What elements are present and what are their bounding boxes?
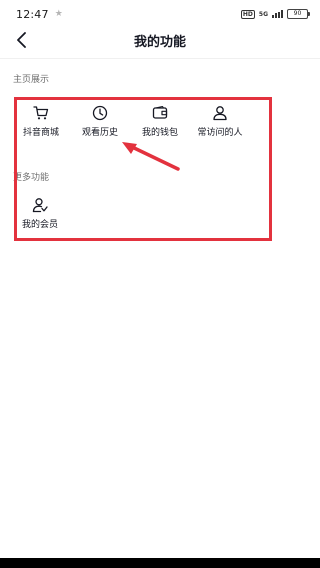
function-label: 抖音商城 (22, 128, 59, 138)
function-label: 观看历史 (81, 128, 118, 138)
section-title-more-functions: 更多功能 (13, 173, 50, 183)
more-functions-row: 我的会员 (0, 196, 320, 236)
wallet-icon (150, 104, 170, 122)
function-label: 我的钱包 (141, 128, 178, 138)
cart-icon (31, 104, 51, 122)
clock-icon (90, 104, 110, 122)
page-title: 我的功能 (133, 34, 186, 50)
function-label: 常访问的人 (197, 128, 243, 138)
chevron-left-icon (17, 32, 26, 48)
hd-badge: HD (240, 9, 255, 19)
homepage-functions-row: 抖音商城 观看历史 我的钱包 常访问的人 (0, 104, 320, 144)
signal-icon (272, 10, 283, 18)
nav-divider (0, 58, 320, 59)
status-right: HD 5G 90 (240, 9, 310, 19)
notification-icon: ★ (54, 8, 63, 19)
status-left: 12:47 ★ (16, 8, 63, 21)
status-time: 12:47 (16, 7, 49, 21)
function-item-my-membership[interactable]: 我的会员 (5, 196, 75, 232)
status-bar: 12:47 ★ HD 5G 90 (0, 0, 320, 28)
nav-bar: 我的功能 (0, 28, 320, 52)
member-icon (30, 196, 50, 214)
person-icon (210, 104, 230, 122)
network-type: 5G (258, 10, 268, 18)
function-label: 我的会员 (21, 220, 58, 230)
battery-icon: 90 (287, 9, 310, 19)
bottom-gesture-bar (0, 558, 320, 568)
back-button[interactable] (10, 28, 34, 52)
my-functions-screen: 12:47 ★ HD 5G 90 我的功能 主页展示 抖音商城 观看历史 我的钱… (0, 0, 320, 568)
function-item-frequent-visitors[interactable]: 常访问的人 (185, 104, 255, 140)
section-title-homepage: 主页展示 (13, 75, 50, 85)
